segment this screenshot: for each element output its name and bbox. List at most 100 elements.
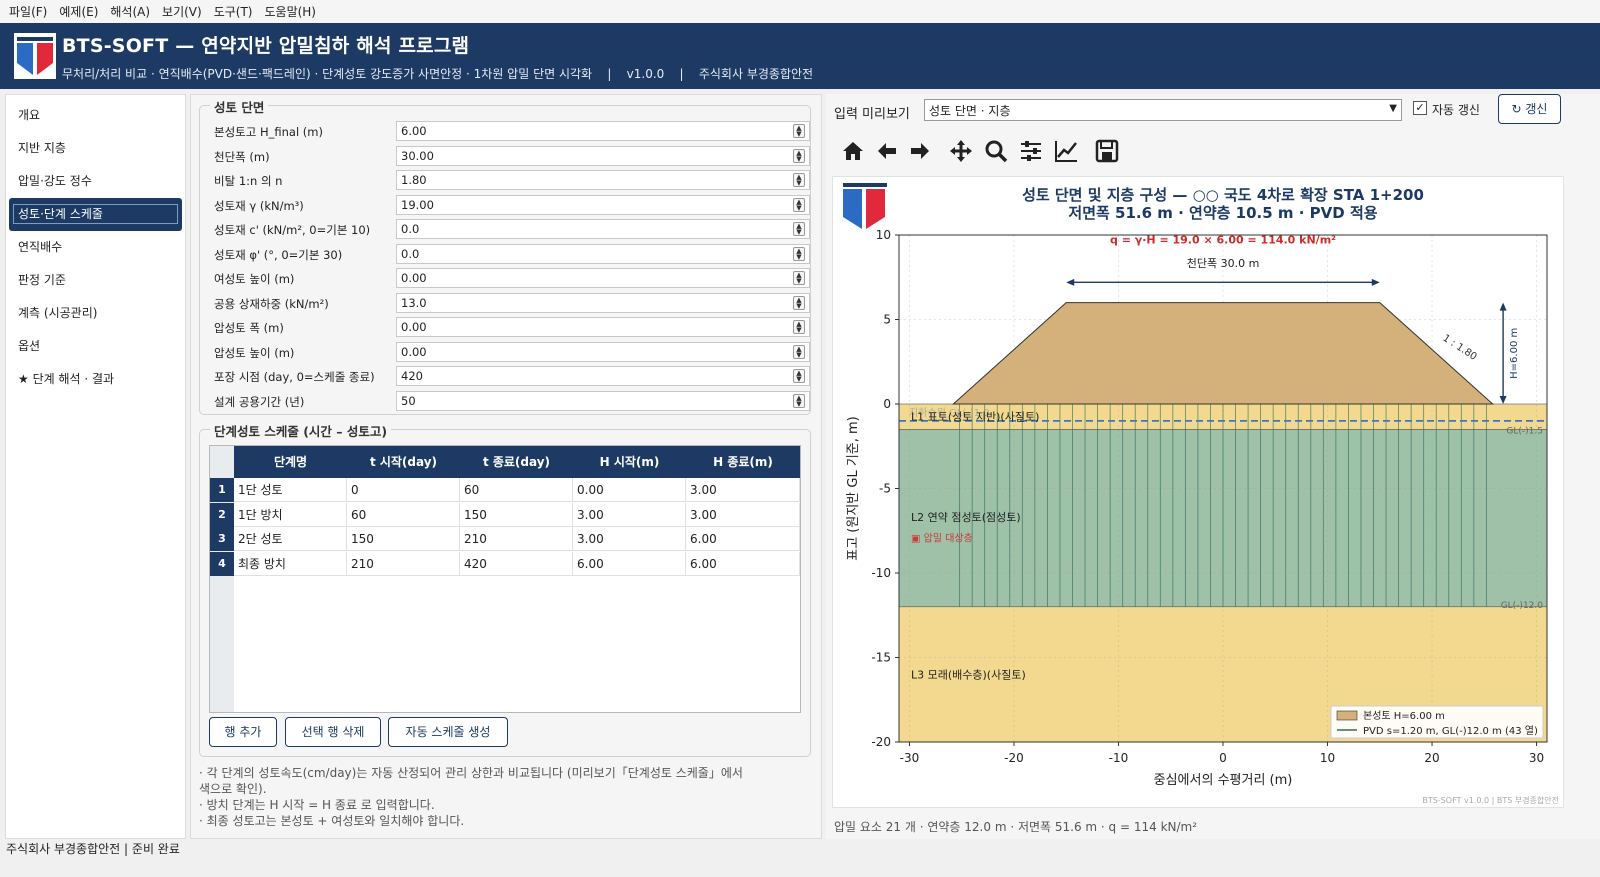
table-cell[interactable]: 6.00 (686, 527, 800, 551)
menu-view[interactable]: 보기(V) (162, 3, 202, 20)
field-input[interactable]: 0.0 ▲ ▼ (396, 219, 810, 239)
field-input[interactable]: 30.00 ▲ ▼ (396, 145, 810, 166)
refresh-button[interactable]: ↻ 갱신 (1498, 94, 1561, 124)
table-cell[interactable]: 6.00 (686, 551, 800, 576)
field-input[interactable]: 50 ▲ ▼ (396, 390, 810, 411)
sidebar-item-results[interactable]: ★ 단계 해석 · 결과 (9, 363, 182, 396)
table-cell[interactable]: 3.00 (686, 502, 800, 527)
field-value: 6.00 (401, 124, 427, 138)
column-header[interactable]: t 시작(day) (347, 446, 460, 478)
table-cell[interactable]: 210 (460, 527, 573, 551)
sidebar-item-consolidation-params[interactable]: 압밀·강도 정수 (9, 165, 182, 198)
table-cell[interactable]: 6.00 (573, 551, 686, 576)
field-input[interactable]: 0.0 ▲ ▼ (396, 243, 810, 264)
forward-arrow-icon[interactable] (907, 138, 933, 164)
status-company: 주식회사 부경종합안전 (6, 842, 121, 856)
table-cell[interactable]: 3.00 (573, 527, 686, 551)
home-icon[interactable] (840, 138, 866, 164)
table-cell[interactable]: 210 (347, 551, 460, 576)
spinner-icon[interactable]: ▲ ▼ (793, 320, 805, 334)
table-cell[interactable]: 60 (460, 478, 573, 502)
table-cell[interactable]: 0 (347, 478, 460, 502)
field-input[interactable]: 420 ▲ ▼ (396, 366, 810, 386)
field-label: 본성토고 H_final (m) (214, 125, 323, 139)
spinner-icon[interactable]: ▲ ▼ (793, 271, 805, 285)
table-cell[interactable]: 3.00 (573, 502, 686, 527)
app-header: BTS-SOFT — 연약지반 압밀침하 해석 프로그램 무처리/처리 비교 ·… (0, 23, 1600, 89)
field-input[interactable]: 0.00 ▲ ▼ (396, 341, 810, 362)
form-row: 압성토 높이 (m) 0.00 ▲ ▼ (214, 341, 810, 363)
menu-examples[interactable]: 예제(E) (59, 3, 98, 20)
field-input[interactable]: 0.00 ▲ ▼ (396, 317, 810, 337)
preview-select[interactable]: 성토 단면 · 지층 ▼ (924, 99, 1402, 121)
table-cell[interactable]: 0.00 (573, 478, 686, 502)
menu-file[interactable]: 파일(F) (9, 3, 47, 20)
sidebar-item-overview[interactable]: 개요 (9, 99, 182, 132)
field-input[interactable]: 0.00 ▲ ▼ (396, 268, 810, 288)
zoom-icon[interactable] (983, 138, 1009, 164)
auto-schedule-button[interactable]: 자동 스케줄 생성 (388, 717, 508, 747)
plot-canvas: 성토 단면 및 지층 구성 — ○○ 국도 4차로 확장 STA 1+200 저면… (832, 176, 1564, 808)
add-row-button[interactable]: 행 추가 (209, 717, 277, 747)
sidebar-item-ground-layers[interactable]: 지반 지층 (9, 132, 182, 165)
sidebar-item-embankment-schedule[interactable]: 성토·단계 스케줄 (9, 198, 182, 231)
configure-subplots-icon[interactable] (1018, 138, 1044, 164)
field-input[interactable]: 6.00 ▲ ▼ (396, 121, 810, 141)
menu-help[interactable]: 도움말(H) (264, 3, 316, 20)
form-row: 천단폭 (m) 30.00 ▲ ▼ (214, 145, 810, 167)
table-cell[interactable]: 최종 방치 (234, 551, 347, 576)
save-icon[interactable] (1094, 138, 1120, 164)
spinner-icon[interactable]: ▲ ▼ (793, 197, 805, 212)
table-cell[interactable]: 1단 방치 (234, 502, 347, 527)
column-header[interactable]: t 종료(day) (460, 446, 573, 478)
cross-section-chart: 성토 단면 및 지층 구성 — ○○ 국도 4차로 확장 STA 1+200저면… (843, 183, 1559, 805)
spinner-icon[interactable]: ▲ ▼ (793, 295, 805, 310)
auto-refresh-label: 자동 갱신 (1432, 103, 1480, 117)
pan-icon[interactable] (948, 138, 974, 164)
slope-annotation: 1 : 1.80 (1440, 333, 1478, 363)
table-row[interactable]: 3 2단 성토 150 210 3.00 6.00 (210, 527, 800, 551)
table-cell[interactable]: 1단 성토 (234, 478, 347, 502)
column-header[interactable]: H 시작(m) (573, 446, 686, 478)
table-cell[interactable]: 420 (460, 551, 573, 576)
table-cell[interactable]: 3.00 (686, 478, 800, 502)
spinner-icon[interactable]: ▲ ▼ (793, 124, 805, 138)
spinner-icon[interactable]: ▲ ▼ (793, 222, 805, 236)
table-cell[interactable]: 150 (460, 502, 573, 527)
auto-refresh-checkbox[interactable]: ✓ (1413, 101, 1427, 115)
column-header[interactable]: 단계명 (234, 446, 347, 478)
spinner-icon[interactable]: ▲ ▼ (793, 173, 805, 187)
table-row[interactable]: 2 1단 방치 60 150 3.00 3.00 (210, 502, 800, 527)
spinner-icon[interactable]: ▲ ▼ (793, 369, 805, 383)
table-cell[interactable]: 2단 성토 (234, 527, 347, 551)
table-cell[interactable]: 150 (347, 527, 460, 551)
form-row: 비탈 1:n 의 n 1.80 ▲ ▼ (214, 169, 810, 191)
table-cell[interactable]: 60 (347, 502, 460, 527)
spinner-icon[interactable]: ▲ ▼ (793, 148, 805, 163)
field-input[interactable]: 19.00 ▲ ▼ (396, 194, 810, 215)
spinner-icon[interactable]: ▲ ▼ (793, 344, 805, 359)
table-row[interactable]: 4 최종 방치 210 420 6.00 6.00 (210, 551, 800, 576)
field-label: 성토재 φ' (°, 0=기본 30) (214, 247, 343, 262)
table-row[interactable]: 1 1단 성토 0 60 0.00 3.00 (210, 478, 800, 502)
delete-row-button[interactable]: 선택 행 삭제 (285, 717, 381, 747)
field-input[interactable]: 1.80 ▲ ▼ (396, 170, 810, 190)
menu-analysis[interactable]: 해석(A) (110, 3, 150, 20)
sidebar-item-options[interactable]: 옵션 (9, 330, 182, 363)
back-arrow-icon[interactable] (874, 138, 900, 164)
spinner-icon[interactable]: ▲ ▼ (793, 246, 805, 261)
edit-axis-icon[interactable] (1053, 138, 1079, 164)
y-tick-label: 10 (876, 228, 891, 242)
legend-entry: PVD s=1.20 m, GL(-)12.0 m (43 열) (1363, 725, 1538, 737)
layer-label: L1 표토(성토 지반)(사질토) (911, 411, 1039, 424)
spinner-icon[interactable]: ▲ ▼ (793, 393, 805, 408)
sidebar-item-monitoring[interactable]: 계측 (시공관리) (9, 297, 182, 330)
x-axis-label: 중심에서의 수평거리 (m) (1154, 773, 1293, 788)
form-row: 성토재 γ (kN/m³) 19.00 ▲ ▼ (214, 194, 810, 216)
sidebar-item-criteria[interactable]: 판정 기준 (9, 264, 182, 297)
field-input[interactable]: 13.0 ▲ ▼ (396, 292, 810, 313)
menu-tools[interactable]: 도구(T) (214, 3, 253, 20)
column-header[interactable]: H 종료(m) (686, 446, 800, 478)
x-tick-label: 0 (1219, 751, 1227, 765)
sidebar-item-vertical-drain[interactable]: 연직배수 (9, 231, 182, 264)
